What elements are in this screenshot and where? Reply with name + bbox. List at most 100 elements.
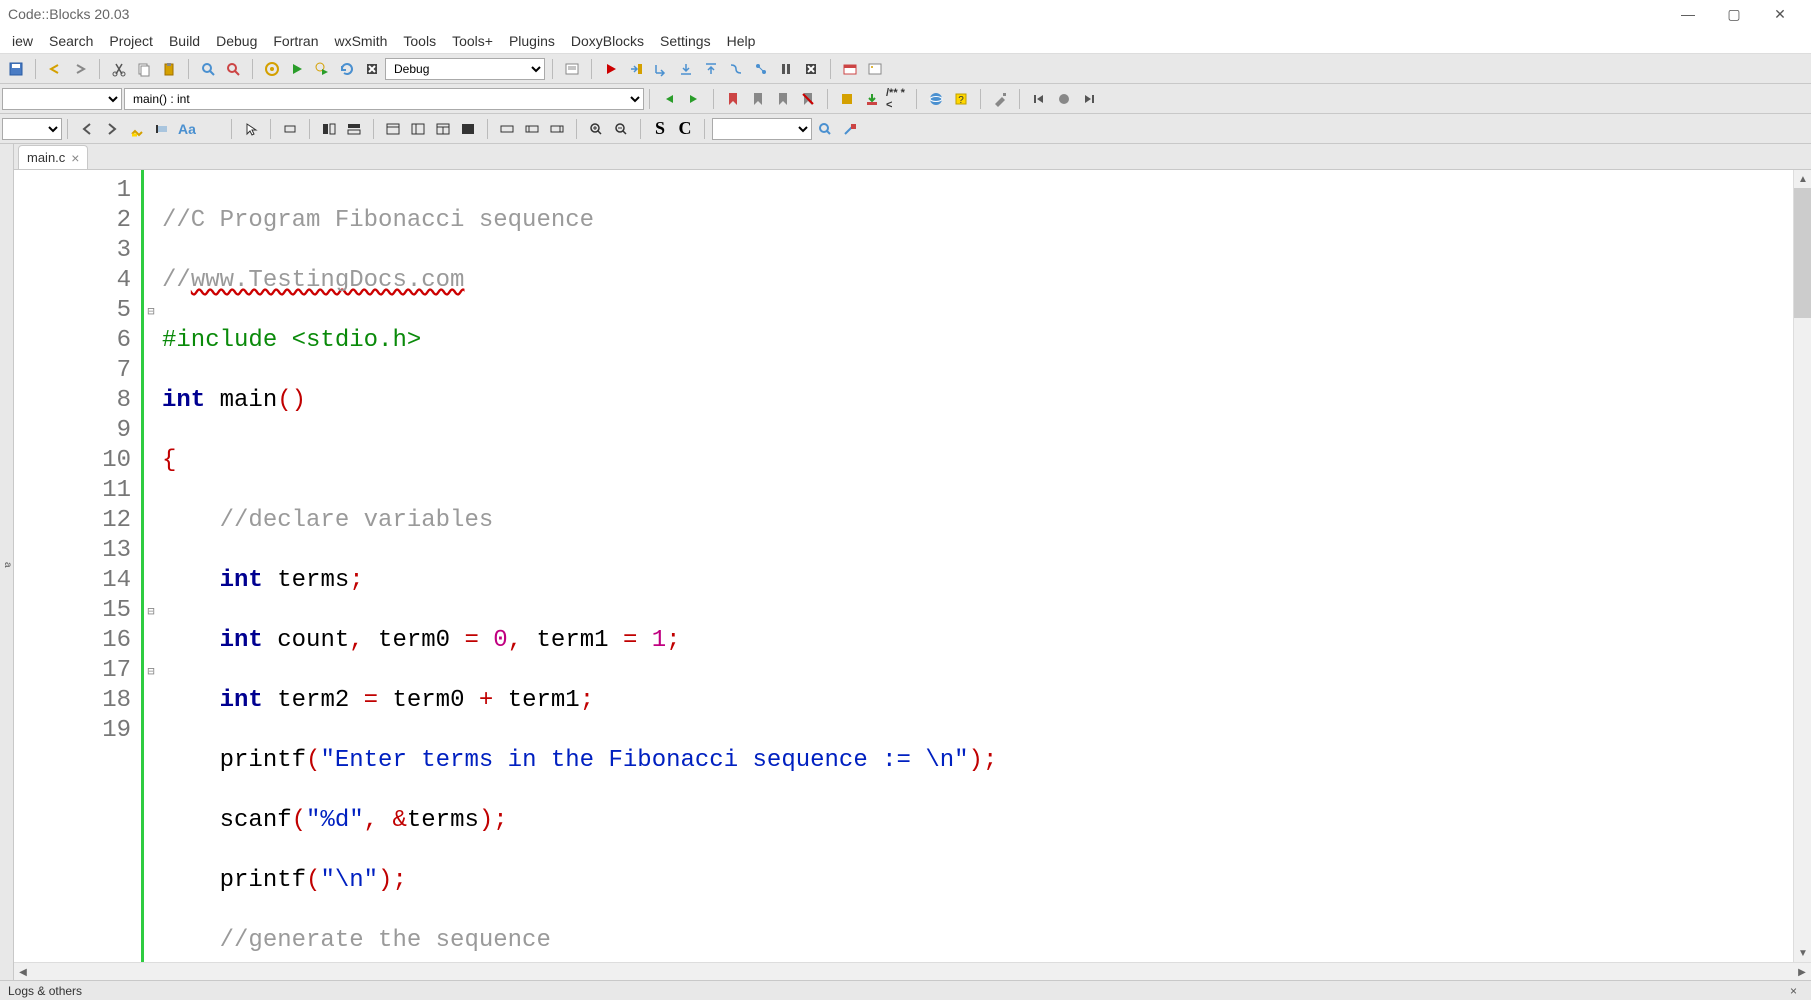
pointer-icon[interactable] (239, 117, 263, 141)
nav-forward-icon[interactable] (682, 87, 706, 111)
doxy-help-icon[interactable]: ? (949, 87, 973, 111)
menu-settings[interactable]: Settings (652, 30, 719, 52)
cut-icon[interactable] (107, 57, 131, 81)
tab-main-c[interactable]: main.c × (18, 145, 88, 169)
maximize-button[interactable]: ▢ (1711, 0, 1757, 28)
search-go-icon[interactable] (813, 117, 837, 141)
rect-icon[interactable] (278, 117, 302, 141)
step-out-icon[interactable] (699, 57, 723, 81)
scroll-right-icon[interactable]: ▶ (1793, 963, 1811, 981)
stop-debugger-icon[interactable] (799, 57, 823, 81)
layout1-icon[interactable] (381, 117, 405, 141)
split-v-icon[interactable] (317, 117, 341, 141)
toolbar-row-1: Debug (0, 54, 1811, 84)
arrow-left-icon[interactable] (75, 117, 99, 141)
menu-project[interactable]: Project (101, 30, 161, 52)
abort-icon[interactable] (360, 57, 384, 81)
bookmark-next-icon[interactable] (771, 87, 795, 111)
zoom-in-icon[interactable] (584, 117, 608, 141)
select-text-icon[interactable] (150, 117, 174, 141)
regex-icon[interactable] (200, 117, 224, 141)
menu-wxsmith[interactable]: wxSmith (326, 30, 395, 52)
build-target-select[interactable]: Debug (385, 58, 545, 80)
zoom-out-icon[interactable] (609, 117, 633, 141)
bookmark-prev-icon[interactable] (746, 87, 770, 111)
layout3-icon[interactable] (431, 117, 455, 141)
function-select[interactable]: main() : int (124, 88, 644, 110)
bookmark-clear-icon[interactable] (796, 87, 820, 111)
jump-forward-icon[interactable] (1077, 87, 1101, 111)
doxy-html-icon[interactable] (924, 87, 948, 111)
minimize-button[interactable]: — (1665, 0, 1711, 28)
break-debugger-icon[interactable] (774, 57, 798, 81)
doxy-settings-icon[interactable] (988, 87, 1012, 111)
find-icon[interactable] (196, 57, 220, 81)
paste-icon[interactable] (157, 57, 181, 81)
menu-search[interactable]: Search (41, 30, 101, 52)
redo-icon[interactable] (68, 57, 92, 81)
layout2-icon[interactable] (406, 117, 430, 141)
code-editor[interactable]: //C Program Fibonacci sequence //www.Tes… (158, 170, 1793, 962)
horizontal-scrollbar[interactable] (32, 963, 1793, 980)
doxy-comment-icon[interactable]: /** *< (885, 87, 909, 111)
layout4-icon[interactable] (456, 117, 480, 141)
box1-icon[interactable] (495, 117, 519, 141)
tab-close-icon[interactable]: × (71, 150, 79, 166)
source-s-icon[interactable]: S (648, 117, 672, 141)
replace-icon[interactable] (221, 57, 245, 81)
show-notes-icon[interactable] (560, 57, 584, 81)
rebuild-icon[interactable] (335, 57, 359, 81)
record-icon[interactable] (1052, 87, 1076, 111)
step-into-instr-icon[interactable] (749, 57, 773, 81)
doxy-wizard-icon[interactable] (835, 87, 859, 111)
jump-back-icon[interactable] (1027, 87, 1051, 111)
logs-panel-close-icon[interactable]: × (1784, 984, 1803, 998)
source-c-icon[interactable]: C (673, 117, 697, 141)
small-select[interactable] (2, 118, 62, 140)
menu-fortran[interactable]: Fortran (265, 30, 326, 52)
search-select[interactable] (712, 118, 812, 140)
arrow-right-icon[interactable] (100, 117, 124, 141)
scroll-left-icon[interactable]: ◀ (14, 963, 32, 981)
save-icon[interactable] (4, 57, 28, 81)
menu-plugins[interactable]: Plugins (501, 30, 563, 52)
debug-run-icon[interactable] (599, 57, 623, 81)
menu-debug[interactable]: Debug (208, 30, 265, 52)
highlight-icon[interactable] (125, 117, 149, 141)
bookmark-toggle-icon[interactable] (721, 87, 745, 111)
logs-panel[interactable]: Logs & others × (0, 980, 1811, 1000)
vscroll-thumb[interactable] (1794, 188, 1811, 318)
next-instr-icon[interactable] (724, 57, 748, 81)
scroll-down-icon[interactable]: ▼ (1794, 944, 1811, 962)
sidebar-sliver[interactable]: a n (0, 144, 14, 980)
run-to-cursor-icon[interactable] (624, 57, 648, 81)
menu-doxyblocks[interactable]: DoxyBlocks (563, 30, 652, 52)
nav-back-icon[interactable] (657, 87, 681, 111)
scroll-up-icon[interactable]: ▲ (1794, 170, 1811, 188)
step-into-icon[interactable] (674, 57, 698, 81)
split-h-icon[interactable] (342, 117, 366, 141)
close-button[interactable]: ✕ (1757, 0, 1803, 28)
box3-icon[interactable] (545, 117, 569, 141)
next-line-icon[interactable] (649, 57, 673, 81)
match-case-icon[interactable]: Aa (175, 117, 199, 141)
fold-column[interactable]: ⊟ ⊟ ⊟ (144, 170, 158, 962)
menu-view[interactable]: iew (4, 30, 41, 52)
info-icon[interactable] (863, 57, 887, 81)
debug-windows-icon[interactable] (838, 57, 862, 81)
menu-tools[interactable]: Tools (395, 30, 444, 52)
doxy-extract-icon[interactable] (860, 87, 884, 111)
menu-build[interactable]: Build (161, 30, 208, 52)
build-run-icon[interactable] (310, 57, 334, 81)
undo-icon[interactable] (43, 57, 67, 81)
scope-select[interactable] (2, 88, 122, 110)
build-icon[interactable] (260, 57, 284, 81)
sidebar-label-a: a (2, 562, 13, 568)
run-icon[interactable] (285, 57, 309, 81)
vertical-scrollbar[interactable]: ▲ ▼ (1793, 170, 1811, 962)
menu-toolsplus[interactable]: Tools+ (444, 30, 501, 52)
copy-icon[interactable] (132, 57, 156, 81)
menu-help[interactable]: Help (719, 30, 764, 52)
box2-icon[interactable] (520, 117, 544, 141)
search-opts-icon[interactable] (838, 117, 862, 141)
